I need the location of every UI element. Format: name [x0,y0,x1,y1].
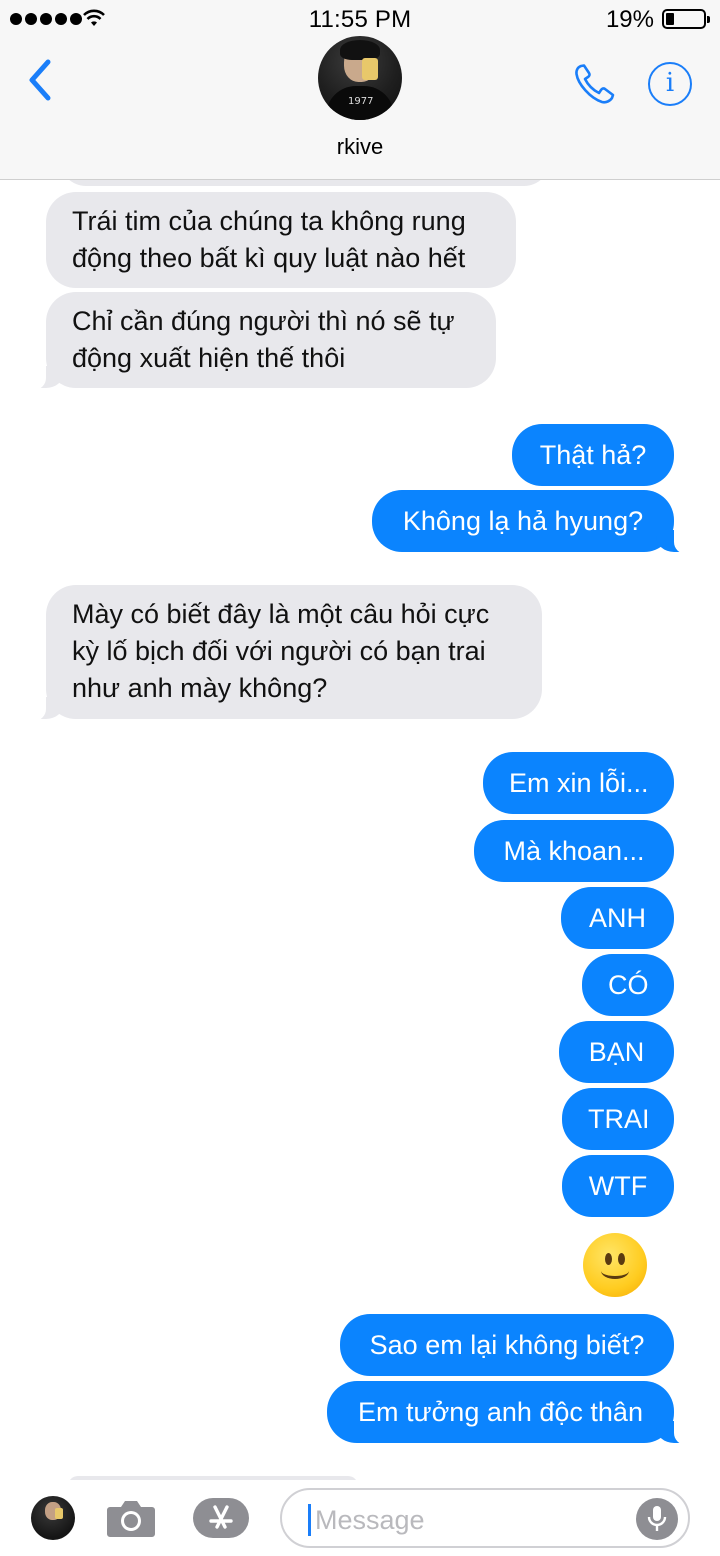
memoji-avatar-button[interactable] [31,1496,75,1540]
status-bar: 11:55 PM 19% [0,0,720,40]
message-bubble-outgoing[interactable]: Em tưởng anh độc thân [327,1381,692,1445]
message-placeholder: Message [315,1505,425,1535]
message-bubble-incoming[interactable]: Mày có biết đây là một câu hỏi cực kỳ lố… [28,585,542,721]
message-bubble-incoming[interactable]: Chỉ cần đúng người thì nó sẽ tự động xuấ… [28,292,496,390]
message-bubble-outgoing[interactable]: Sao em lại không biết? [340,1314,674,1376]
message-bubble-outgoing[interactable]: BẠN [559,1021,674,1083]
message-line: động xuất hiện thế thôi [72,343,346,373]
message-line: kỳ lố bịch đối với người có bạn trai [72,636,486,666]
app-store-icon[interactable] [192,1497,250,1539]
message-bubble-outgoing[interactable]: WTF [562,1155,674,1217]
text-cursor [308,1504,311,1536]
message-bubble-outgoing[interactable]: Em xin lỗi... [483,752,674,814]
message-bubble-outgoing[interactable]: CÓ [582,954,674,1016]
microphone-icon[interactable] [636,1498,678,1540]
message-input-field[interactable]: Message [280,1488,690,1548]
message-bubble-outgoing[interactable]: TRAI [562,1088,674,1150]
slightly-smiling-face-emoji-message[interactable] [583,1233,647,1297]
battery-percent: 19% [605,6,654,33]
battery-icon [662,9,710,29]
camera-icon[interactable] [106,1498,156,1538]
message-bubble-outgoing[interactable]: Mà khoan... [474,820,674,882]
message-line: Trái tim của chúng ta không rung [72,206,466,236]
phone-call-icon[interactable] [572,62,618,106]
message-line: Mày có biết đây là một câu hỏi cực [72,599,490,629]
contact-avatar[interactable]: 1977 [318,36,402,120]
back-chevron-icon[interactable] [22,58,62,102]
conversation-header: 11:55 PM 19% 1977 rkive i [0,0,720,180]
message-bubble-incoming[interactable]: Trái tim của chúng ta không rung động th… [46,192,516,288]
info-icon[interactable]: i [648,62,692,106]
message-line: Chỉ cần đúng người thì nó sẽ tự [72,306,455,336]
message-input-bar: Message [0,1480,720,1556]
message-line: như anh mày không? [72,673,328,703]
message-bubble-outgoing[interactable]: ANH [561,887,674,949]
message-line: động theo bất kì quy luật nào hết [72,243,466,273]
message-bubble-outgoing[interactable]: Không lạ hả hyung? [372,490,692,554]
message-bubble-outgoing[interactable]: Thật hả? [512,424,674,486]
contact-name[interactable]: rkive [0,134,720,160]
